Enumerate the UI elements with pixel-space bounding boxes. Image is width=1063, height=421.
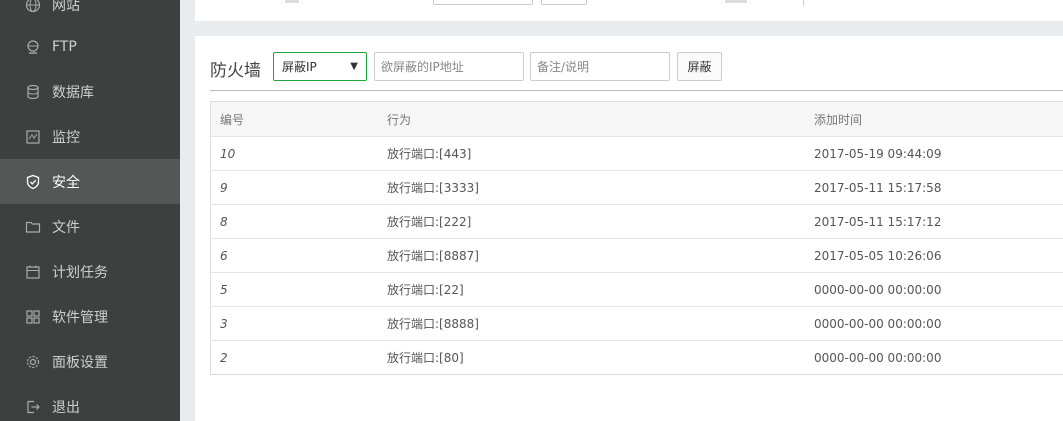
row-id: 5 bbox=[220, 282, 228, 297]
firewall-title: 防火墙 bbox=[210, 61, 261, 81]
ftp-icon bbox=[24, 38, 42, 56]
monitor-icon bbox=[24, 128, 42, 146]
sidebar-item-monitor[interactable]: 监控 bbox=[0, 114, 180, 159]
top-decoration bbox=[285, 0, 299, 3]
sidebar-item-cron[interactable]: 计划任务 bbox=[0, 249, 180, 294]
row-action: 放行端口:[80] bbox=[387, 351, 464, 365]
sidebar-item-label: 退出 bbox=[52, 399, 80, 416]
block-type-value: 屏蔽IP bbox=[282, 60, 317, 74]
note-input[interactable] bbox=[530, 52, 670, 81]
divider bbox=[210, 90, 1063, 91]
row-time: 0000-00-00 00:00:00 bbox=[814, 350, 942, 365]
ip-address-input[interactable] bbox=[374, 52, 524, 81]
sidebar-item-label: 数据库 bbox=[52, 84, 94, 101]
firewall-panel: 防火墙 屏蔽IP ▼ 屏蔽 编号 行为 添加时间 10 放行端口:[443] 2… bbox=[195, 36, 1063, 421]
logout-icon bbox=[24, 398, 42, 416]
sidebar-item-security[interactable]: 安全 bbox=[0, 159, 180, 204]
row-time: 2017-05-11 15:17:58 bbox=[814, 180, 942, 195]
top-input[interactable] bbox=[433, 0, 533, 5]
top-button[interactable] bbox=[541, 0, 587, 5]
row-id: 9 bbox=[220, 180, 228, 195]
sidebar-item-label: 网站 bbox=[52, 0, 80, 14]
row-time: 2017-05-19 09:44:09 bbox=[814, 146, 942, 161]
sidebar-item-label: 安全 bbox=[52, 174, 80, 191]
firewall-table: 编号 行为 添加时间 10 放行端口:[443] 2017-05-19 09:4… bbox=[210, 101, 1063, 375]
calendar-icon bbox=[24, 263, 42, 281]
sidebar-item-label: 软件管理 bbox=[52, 309, 108, 326]
table-row: 9 放行端口:[3333] 2017-05-11 15:17:58 bbox=[211, 170, 1063, 204]
table-row: 2 放行端口:[80] 0000-00-00 00:00:00 bbox=[211, 340, 1063, 374]
row-time: 2017-05-11 15:17:12 bbox=[814, 214, 942, 229]
row-action: 放行端口:[22] bbox=[387, 283, 464, 297]
sidebar-item-label: 面板设置 bbox=[52, 354, 108, 371]
row-time: 0000-00-00 00:00:00 bbox=[814, 316, 942, 331]
sidebar-item-label: FTP bbox=[52, 38, 77, 55]
top-divider bbox=[803, 0, 804, 6]
top-panel bbox=[195, 0, 1063, 21]
table-row: 3 放行端口:[8888] 0000-00-00 00:00:00 bbox=[211, 306, 1063, 340]
sidebar-item-label: 计划任务 bbox=[52, 264, 108, 281]
row-id: 6 bbox=[220, 248, 228, 263]
row-id: 8 bbox=[220, 214, 228, 229]
sidebar-item-label: 监控 bbox=[52, 129, 80, 146]
row-time: 2017-05-05 10:26:06 bbox=[814, 248, 942, 263]
row-action: 放行端口:[443] bbox=[387, 147, 472, 161]
row-time: 0000-00-00 00:00:00 bbox=[814, 282, 942, 297]
row-action: 放行端口:[222] bbox=[387, 215, 472, 229]
header-id: 编号 bbox=[220, 112, 245, 127]
sidebar-item-software[interactable]: 软件管理 bbox=[0, 294, 180, 339]
header-action: 行为 bbox=[387, 112, 412, 127]
sidebar-item-label: 文件 bbox=[52, 219, 80, 236]
caret-down-icon: ▼ bbox=[350, 61, 358, 72]
header-time: 添加时间 bbox=[814, 112, 863, 127]
sidebar-item-settings[interactable]: 面板设置 bbox=[0, 339, 180, 384]
sidebar: 网站 FTP 数据库 监控 安全 文件 计划任务 软件管理 面板设置 退出 bbox=[0, 0, 180, 421]
row-id: 2 bbox=[220, 350, 228, 365]
block-button[interactable]: 屏蔽 bbox=[677, 52, 722, 81]
sidebar-item-files[interactable]: 文件 bbox=[0, 204, 180, 249]
table-row: 10 放行端口:[443] 2017-05-19 09:44:09 bbox=[211, 136, 1063, 170]
sidebar-item-database[interactable]: 数据库 bbox=[0, 69, 180, 114]
grid-icon bbox=[24, 308, 42, 326]
sidebar-item-ftp[interactable]: FTP bbox=[0, 24, 180, 69]
row-action: 放行端口:[8888] bbox=[387, 317, 479, 331]
shield-icon bbox=[24, 173, 42, 191]
table-row: 8 放行端口:[222] 2017-05-11 15:17:12 bbox=[211, 204, 1063, 238]
gear-icon bbox=[24, 353, 42, 371]
sidebar-item-website[interactable]: 网站 bbox=[0, 0, 180, 27]
block-type-select[interactable]: 屏蔽IP ▼ bbox=[273, 52, 367, 81]
row-action: 放行端口:[8887] bbox=[387, 249, 479, 263]
database-icon bbox=[24, 83, 42, 101]
sidebar-item-logout[interactable]: 退出 bbox=[0, 384, 180, 421]
row-action: 放行端口:[3333] bbox=[387, 181, 479, 195]
top-decoration bbox=[725, 0, 747, 3]
row-id: 10 bbox=[220, 146, 236, 161]
globe-icon bbox=[24, 0, 42, 14]
folder-icon bbox=[24, 218, 42, 236]
table-row: 5 放行端口:[22] 0000-00-00 00:00:00 bbox=[211, 272, 1063, 306]
table-header: 编号 行为 添加时间 bbox=[211, 102, 1063, 136]
table-row: 6 放行端口:[8887] 2017-05-05 10:26:06 bbox=[211, 238, 1063, 272]
row-id: 3 bbox=[220, 316, 228, 331]
